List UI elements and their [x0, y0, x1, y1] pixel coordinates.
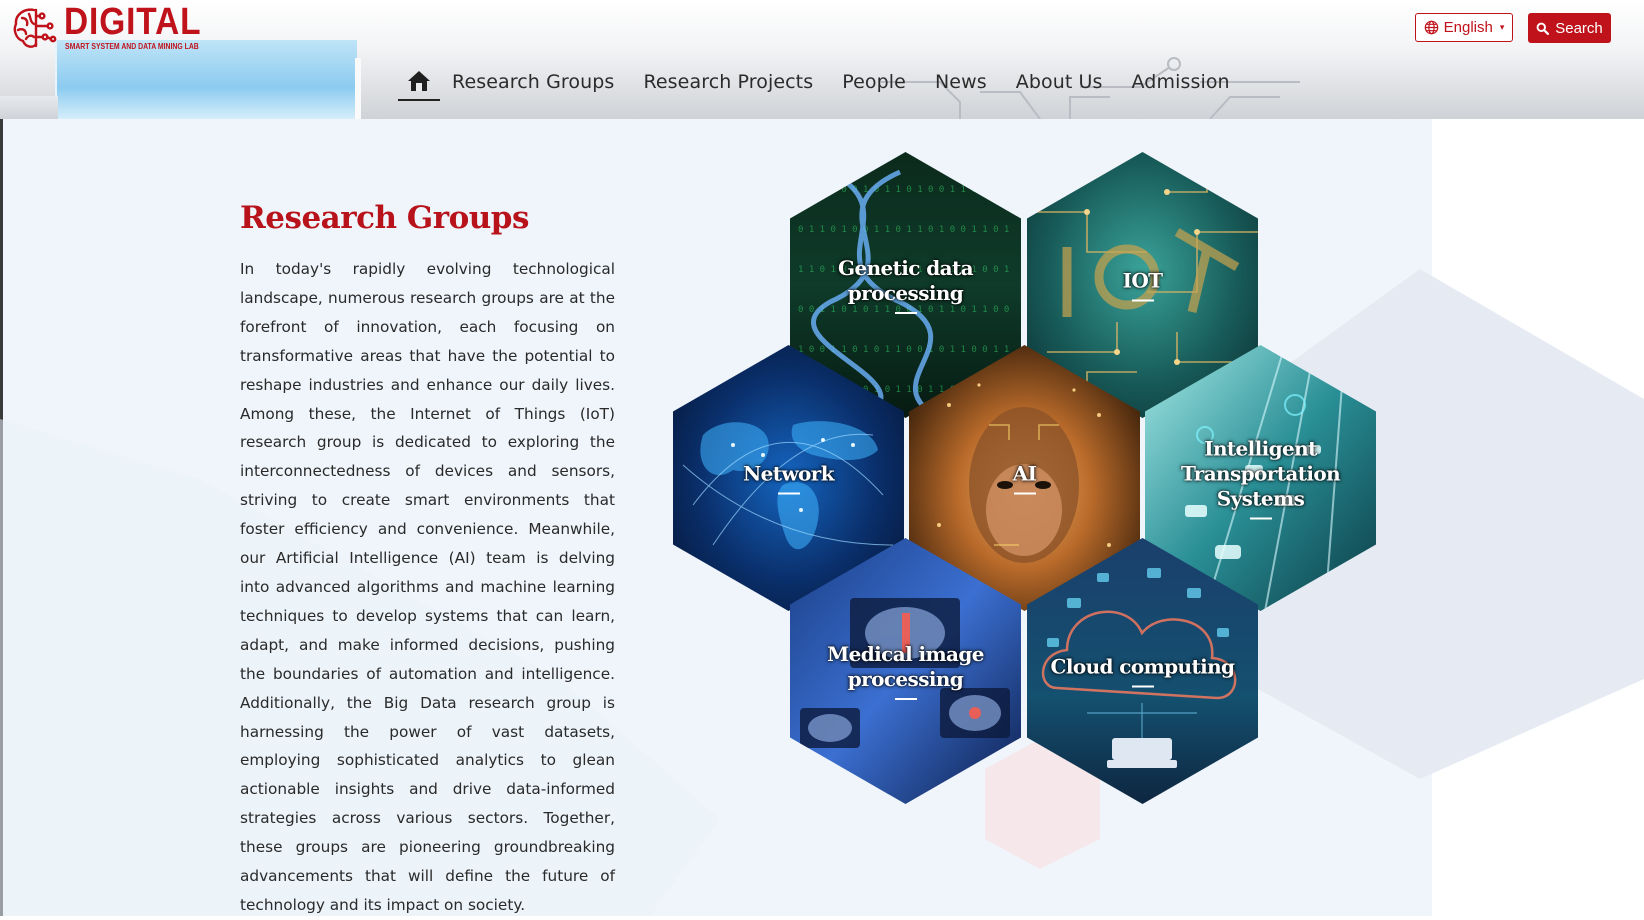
group-label: IOT	[1027, 269, 1258, 302]
group-label: Genetic data processing	[790, 256, 1021, 314]
nav-home[interactable]	[398, 63, 440, 101]
language-label: English	[1443, 19, 1493, 36]
group-label: Network	[673, 462, 904, 495]
svg-text:0 1 1 0 1 0 0 1 1 0 1 1 0 1 0: 0 1 1 0 1 0 0 1 1 0 1 1 0 1 0 0 1 1 0 1	[798, 225, 1009, 235]
brain-logo-icon	[13, 8, 57, 48]
search-button[interactable]: Search	[1528, 13, 1611, 43]
group-label: Intelligent Transportation Systems	[1145, 437, 1376, 520]
site-logo[interactable]: DIGITAL SMART SYSTEM AND DATA MINING LAB	[12, 1, 202, 52]
globe-icon	[1424, 20, 1438, 35]
header-banner-edge	[355, 58, 361, 119]
nav-about-us[interactable]: About Us	[1016, 71, 1103, 93]
group-label: Medical image processing	[790, 642, 1021, 700]
nav-news[interactable]: News	[935, 71, 987, 93]
nav-research-groups[interactable]: Research Groups	[452, 71, 614, 93]
search-label: Search	[1555, 19, 1603, 37]
site-header: DIGITAL SMART SYSTEM AND DATA MINING LAB…	[0, 0, 1644, 119]
group-label: Cloud computing	[1027, 655, 1258, 688]
nav-people[interactable]: People	[842, 71, 906, 93]
research-groups-honeycomb: 1 0 1 1 0 0 1 0 1 1 0 1 0 0 1 1 0 1 0 1 …	[673, 152, 1376, 822]
brand-name: DIGITAL	[64, 1, 202, 43]
caret-down-icon: ▾	[1499, 22, 1505, 32]
search-icon	[1536, 22, 1550, 35]
main-navigation: Research Groups Research Projects People…	[398, 62, 1259, 102]
page-title: Research Groups	[240, 200, 529, 236]
nav-research-projects[interactable]: Research Projects	[643, 71, 813, 93]
svg-text:1 0 1 1 0 0 1 0 1 1 0 1 0 0 1: 1 0 1 1 0 0 1 0 1 1 0 1 0 0 1 1 0 1 0 1	[798, 185, 1009, 195]
language-selector[interactable]: English ▾	[1415, 13, 1513, 42]
nav-admission[interactable]: Admission	[1132, 71, 1230, 93]
brand-tagline: SMART SYSTEM AND DATA MINING LAB	[65, 42, 199, 51]
home-icon	[408, 71, 430, 91]
header-banner-corner	[0, 96, 58, 119]
intro-paragraph: In today's rapidly evolving technologica…	[240, 260, 615, 914]
group-label: AI	[909, 462, 1140, 495]
